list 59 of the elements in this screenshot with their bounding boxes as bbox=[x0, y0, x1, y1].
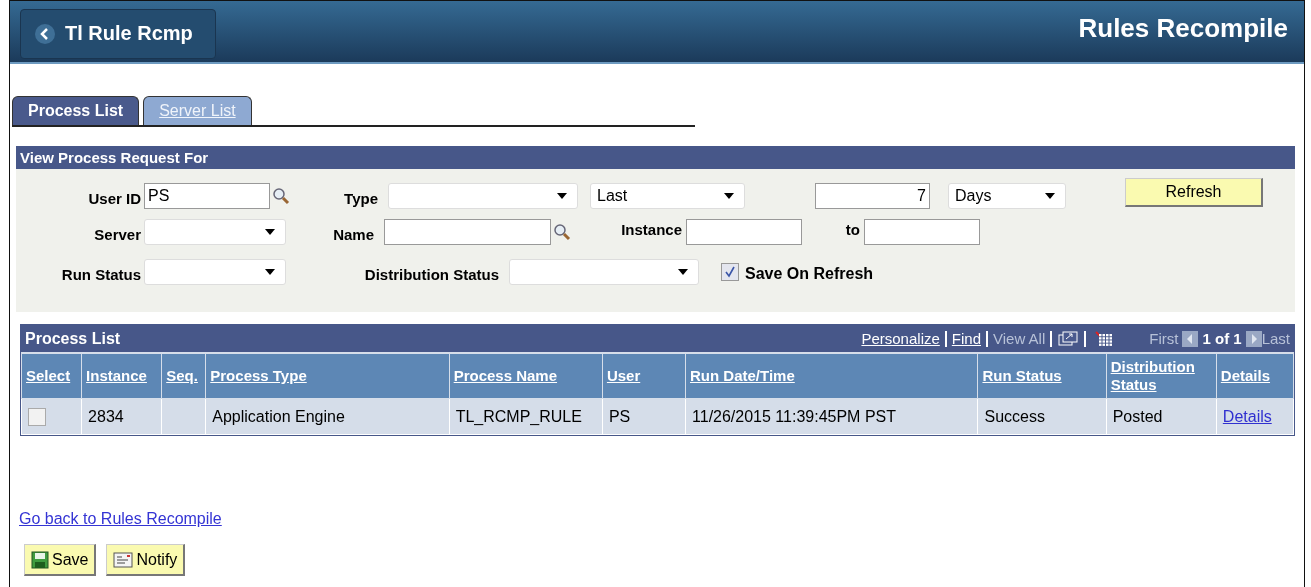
pager-text: Last bbox=[1261, 330, 1290, 347]
checkbox[interactable] bbox=[721, 263, 739, 281]
field-label: to bbox=[844, 220, 860, 238]
table-cell: TL_RCMP_RULE bbox=[449, 398, 603, 435]
pager-count: 1 of 1 bbox=[1202, 330, 1242, 347]
field-label: Server bbox=[93, 224, 141, 243]
column-header[interactable]: Details bbox=[1216, 353, 1294, 399]
note-icon bbox=[113, 551, 134, 568]
column-header[interactable]: Instance bbox=[81, 353, 162, 399]
table-cell: Application Engine bbox=[205, 398, 450, 435]
column-header[interactable]: Distribution Status bbox=[1106, 353, 1217, 399]
refresh-button[interactable]: Refresh bbox=[1125, 177, 1263, 207]
field-label: Name bbox=[332, 224, 374, 243]
grid-link[interactable]: Personalize bbox=[861, 330, 940, 347]
page-title: Rules Recompile bbox=[1078, 13, 1288, 44]
row-checkbox[interactable] bbox=[28, 407, 46, 426]
table-cell: Posted bbox=[1106, 398, 1217, 435]
previous-icon[interactable] bbox=[1182, 330, 1199, 347]
details-link[interactable]: Details bbox=[1222, 407, 1272, 425]
panel-title: View Process Request For bbox=[16, 146, 1295, 169]
instance-to-field[interactable] bbox=[864, 219, 980, 245]
column-header[interactable]: Run Status bbox=[977, 353, 1107, 399]
field-label: User ID bbox=[87, 188, 141, 207]
field-label: Distribution Status bbox=[363, 264, 499, 283]
column-header[interactable]: Select bbox=[21, 353, 82, 399]
user-id-field[interactable]: PS bbox=[144, 183, 270, 209]
table-cell bbox=[161, 398, 206, 435]
grid-icon[interactable] bbox=[1095, 330, 1114, 347]
table-cell: 11/26/2015 11:39:45PM PST bbox=[685, 398, 978, 435]
search-icon[interactable] bbox=[272, 187, 290, 205]
save-button[interactable]: Save bbox=[24, 544, 97, 576]
field-label: Type bbox=[343, 188, 378, 207]
table-cell: PS bbox=[602, 398, 686, 435]
table-cell: 2834 bbox=[81, 398, 162, 435]
name-field[interactable] bbox=[384, 219, 551, 245]
next-icon[interactable] bbox=[1245, 330, 1262, 347]
instance-from-field[interactable] bbox=[686, 219, 802, 245]
grid-link[interactable]: Find bbox=[951, 330, 981, 347]
column-header[interactable]: Process Type bbox=[205, 353, 450, 399]
checkbox-label: Save On Refresh bbox=[745, 264, 874, 283]
back-button[interactable]: Tl Rule Rcmp bbox=[20, 8, 216, 59]
column-header[interactable]: Process Name bbox=[449, 353, 603, 399]
pager-text: First bbox=[1149, 330, 1179, 347]
field-label: Instance bbox=[620, 220, 682, 238]
notify-button[interactable]: Notify bbox=[106, 544, 186, 576]
column-header[interactable]: Run Date/Time bbox=[685, 353, 978, 399]
column-header[interactable]: User bbox=[602, 353, 686, 399]
back-link[interactable]: Go back to Rules Recompile bbox=[19, 510, 222, 528]
column-header[interactable]: Seq. bbox=[161, 353, 206, 399]
zoom-window-icon[interactable] bbox=[1057, 330, 1080, 347]
tab[interactable]: Process List bbox=[12, 96, 140, 125]
count-field[interactable]: 7 bbox=[815, 183, 930, 209]
grid-title: Process List bbox=[25, 329, 121, 348]
table-cell: Success bbox=[977, 398, 1107, 435]
view-all-text: View All bbox=[993, 330, 1046, 347]
unit-dropdown[interactable]: Days bbox=[948, 183, 1066, 209]
field-label: Run Status bbox=[60, 264, 141, 283]
range-dropdown[interactable]: Last bbox=[590, 183, 745, 209]
search-icon[interactable] bbox=[553, 223, 571, 241]
